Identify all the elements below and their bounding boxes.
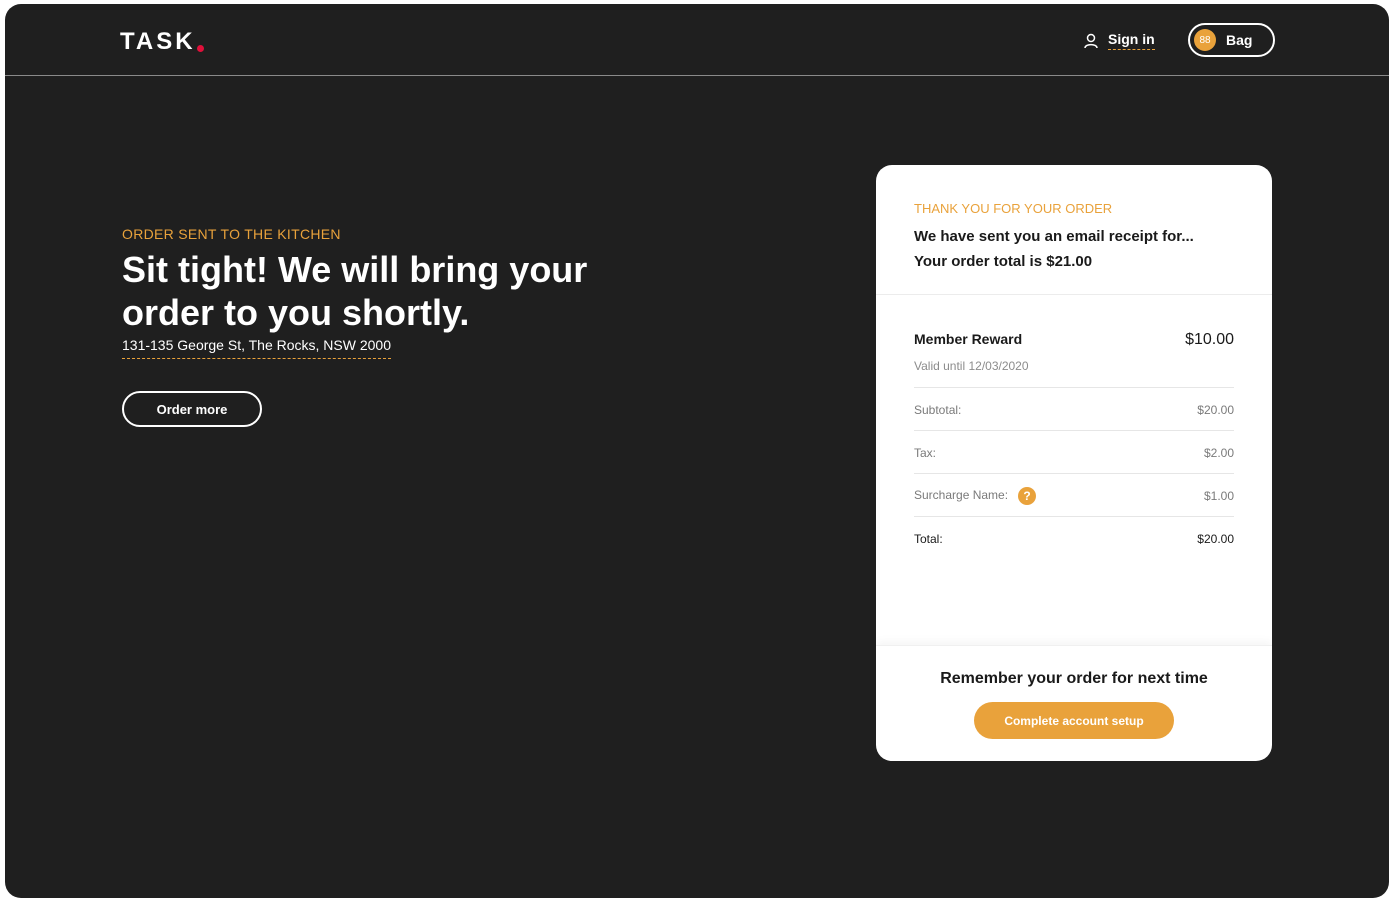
- row-label: Subtotal:: [914, 402, 962, 417]
- surcharge-row: Surcharge Name:? $1.00: [914, 473, 1234, 517]
- member-reward-amount: $10.00: [1185, 331, 1234, 348]
- app-window: TASK Sign in 88 Bag ORDER SENT TO THE KI…: [5, 4, 1389, 898]
- row-label: Tax:: [914, 445, 937, 460]
- help-icon[interactable]: ?: [1018, 486, 1037, 505]
- user-icon: [1084, 33, 1098, 48]
- complete-account-setup-button[interactable]: Complete account setup: [974, 702, 1174, 739]
- bag-button[interactable]: 88 Bag: [1188, 23, 1275, 57]
- account-setup-footer: Remember your order for next time Comple…: [876, 645, 1272, 761]
- member-reward-label: Member Reward: [914, 331, 1023, 347]
- delivery-address[interactable]: 131-135 George St, The Rocks, NSW 2000: [122, 337, 391, 359]
- receipt-eyebrow: THANK YOU FOR YOUR ORDER: [914, 201, 1113, 216]
- page-headline: Sit tight! We will bring your order to y…: [122, 249, 588, 333]
- row-label: Total:: [914, 531, 943, 546]
- account-setup-title: Remember your order for next time: [940, 670, 1208, 687]
- row-value: $2.00: [1203, 445, 1234, 460]
- receipt-order-total: Your order total is $21.00: [914, 253, 1093, 270]
- logo[interactable]: TASK: [120, 28, 204, 56]
- row-value: $20.00: [1197, 402, 1234, 417]
- total-row: Total: $20.00: [914, 516, 1234, 560]
- receipt-header: THANK YOU FOR YOUR ORDER We have sent yo…: [876, 165, 1272, 295]
- bag-label: Bag: [1226, 32, 1253, 48]
- logo-text: TASK: [120, 28, 196, 55]
- top-nav: TASK Sign in 88 Bag: [5, 4, 1389, 76]
- sign-in-link[interactable]: Sign in: [1084, 31, 1155, 50]
- row-value: $1.00: [1203, 488, 1234, 503]
- receipt-email-note: We have sent you an email receipt for...: [914, 228, 1194, 245]
- row-label: Surcharge Name:: [914, 487, 1009, 502]
- order-status-eyebrow: ORDER SENT TO THE KITCHEN: [122, 226, 341, 242]
- member-reward-valid: Valid until 12/03/2020: [914, 359, 1029, 373]
- tax-row: Tax: $2.00: [914, 430, 1234, 474]
- subtotal-row: Subtotal: $20.00: [914, 387, 1234, 431]
- sign-in-label[interactable]: Sign in: [1108, 31, 1155, 50]
- bag-count-badge: 88: [1194, 29, 1216, 51]
- logo-dot: [196, 45, 204, 52]
- row-value: $20.00: [1197, 531, 1234, 546]
- receipt-card: THANK YOU FOR YOUR ORDER We have sent yo…: [876, 165, 1272, 761]
- order-more-button[interactable]: Order more: [122, 391, 262, 427]
- row-label-group: Surcharge Name:?: [914, 486, 1037, 505]
